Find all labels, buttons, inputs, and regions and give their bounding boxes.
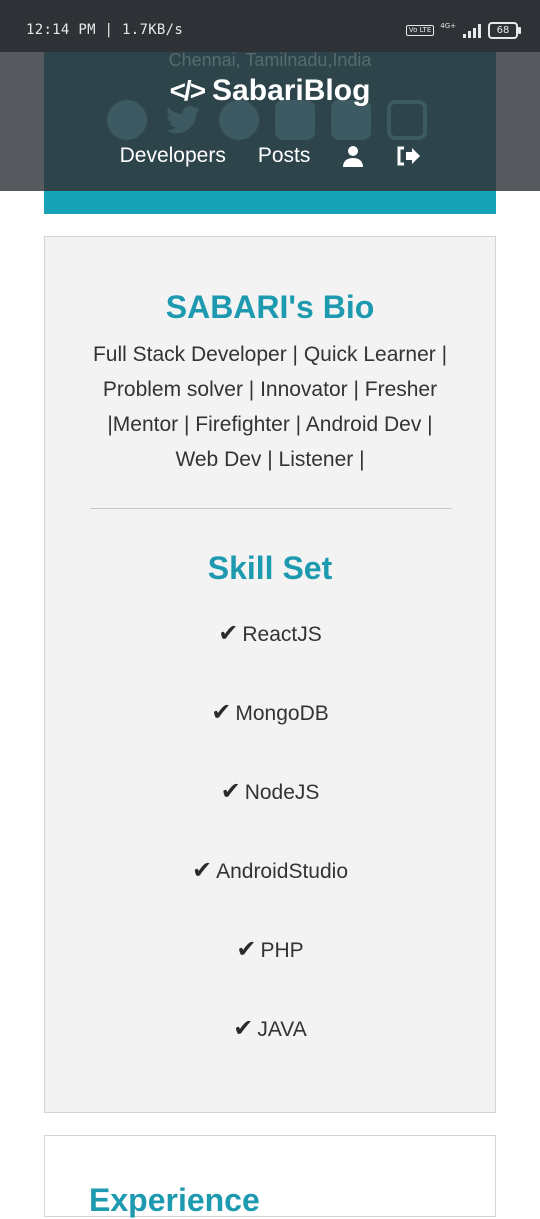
skill-label: JAVA: [257, 1018, 307, 1041]
status-icons: Vo LTE 4G+ 68: [405, 21, 521, 39]
skill-item: ✔ ReactJS: [45, 618, 495, 697]
check-icon: ✔: [191, 857, 213, 884]
code-icon: </>: [169, 75, 207, 106]
skill-item: ✔ NodeJS: [45, 776, 495, 855]
skill-item: ✔ PHP: [45, 934, 495, 1013]
skills-title: Skill Set: [207, 550, 333, 586]
check-icon: ✔: [233, 1015, 254, 1042]
bio-line: Full Stack Developer | Quick Learner |: [92, 343, 448, 366]
skill-item: ✔ AndroidStudio: [45, 855, 495, 934]
bio-title: SABARI's Bio: [165, 289, 375, 325]
status-bar: 12:14 PM | 1.7KB/s Vo LTE 4G+ 68: [0, 0, 540, 52]
brand-name: SabariBlog: [212, 74, 371, 107]
signal-icon: [463, 23, 481, 38]
brand-link[interactable]: </> SabariBlog: [44, 74, 496, 108]
skill-label: MongoDB: [235, 702, 329, 725]
battery-icon: 68: [488, 22, 521, 39]
nav-links: Developers Posts: [44, 144, 496, 168]
network-type: 4G+: [440, 21, 456, 30]
location-text: Chennai, Tamilnadu,India: [168, 50, 372, 70]
check-icon: ✔: [236, 936, 257, 963]
skill-label: AndroidStudio: [216, 860, 349, 883]
experience-title: Experience: [89, 1182, 260, 1218]
check-icon: ✔: [211, 699, 232, 726]
bio-card: SABARI's Bio Full Stack Developer | Quic…: [44, 236, 496, 1113]
nav-developers[interactable]: Developers: [120, 144, 226, 168]
skill-item: ✔ MongoDB: [45, 697, 495, 776]
skill-label: PHP: [260, 939, 304, 962]
skill-item: ✔ JAVA: [45, 1013, 495, 1092]
bio-text: Full Stack Developer | Quick Learner | P…: [81, 337, 459, 477]
nav-posts[interactable]: Posts: [258, 144, 311, 168]
header-accent-strip: [44, 191, 496, 214]
sign-out-icon[interactable]: [396, 146, 421, 166]
check-icon: ✔: [218, 620, 239, 647]
user-icon[interactable]: [342, 145, 364, 167]
bio-line: Problem solver | Innovator | Fresher: [102, 378, 438, 401]
experience-card: Experience: [44, 1135, 496, 1218]
skill-label: NodeJS: [244, 781, 320, 804]
bio-line: |Mentor | Firefighter | Android Dev |: [107, 413, 433, 436]
skills-list: ✔ ReactJS ✔ MongoDB ✔ NodeJS ✔ AndroidStudio…: [45, 618, 495, 1092]
check-icon: ✔: [220, 778, 241, 805]
section-divider: [90, 508, 452, 509]
skill-label: ReactJS: [242, 623, 322, 646]
volte-icon: Vo LTE: [405, 25, 435, 36]
status-time: 12:14 PM | 1.7KB/s: [26, 22, 184, 38]
bio-line: Web Dev | Listener |: [175, 448, 365, 471]
